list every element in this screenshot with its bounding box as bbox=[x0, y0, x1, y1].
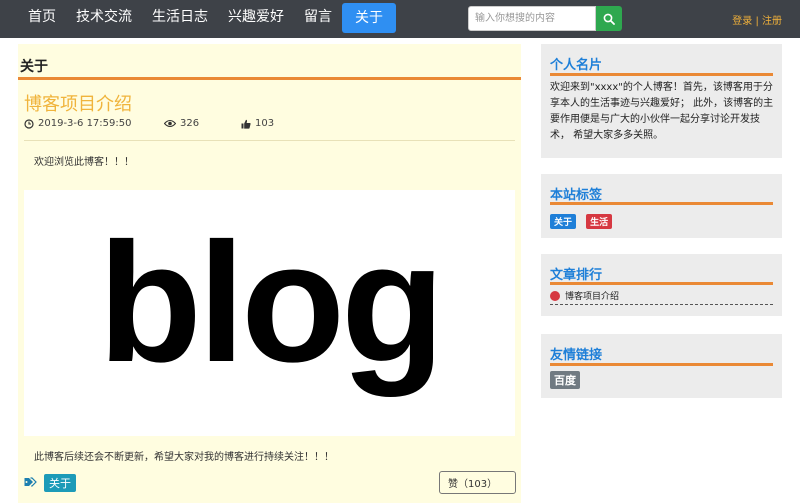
like-button[interactable]: 赞（103） bbox=[439, 471, 516, 494]
post-image: blog bbox=[24, 190, 515, 436]
nav-item-hobby[interactable]: 兴趣爱好 bbox=[218, 0, 294, 34]
post-title[interactable]: 博客项目介绍 bbox=[24, 90, 132, 116]
profile-card-title: 个人名片 bbox=[550, 58, 603, 73]
tag-life[interactable]: 生活 bbox=[586, 214, 613, 229]
profile-card: 个人名片 欢迎来到"xxxx"的个人博客！首先，该博客用于分享本人的生活事迹与兴… bbox=[541, 44, 782, 158]
eye-icon bbox=[164, 119, 176, 128]
ranking-card-title: 文章排行 bbox=[550, 268, 603, 283]
article-panel: 关于 博客项目介绍 2019-3-6 17:59:50 326 103 欢迎浏览… bbox=[18, 44, 521, 503]
views-count: 326 bbox=[180, 118, 200, 129]
register-link[interactable]: 注册 bbox=[762, 16, 782, 27]
links-card-divider bbox=[550, 363, 773, 366]
clock-icon bbox=[24, 118, 34, 129]
ranking-card-divider bbox=[550, 282, 773, 285]
post-date: 2019-3-6 17:59:50 bbox=[24, 118, 131, 129]
search-input[interactable] bbox=[468, 6, 596, 31]
auth-links: 登录 | 注册 bbox=[732, 12, 782, 27]
post-tag[interactable]: 关于 bbox=[44, 474, 76, 492]
tag-about[interactable]: 关于 bbox=[550, 214, 577, 229]
nav-item-life[interactable]: 生活日志 bbox=[142, 0, 218, 34]
nav-item-home[interactable]: 首页 bbox=[18, 0, 66, 34]
ranking-item[interactable]: 博客项目介绍 bbox=[550, 289, 619, 302]
friend-link-baidu[interactable]: 百度 bbox=[550, 371, 580, 389]
post-views: 326 bbox=[164, 118, 199, 129]
post-outro: 此博客后续还会不断更新，希望大家对我的博客进行持续关注！！！ bbox=[34, 452, 334, 463]
post-datetime: 2019-3-6 17:59:50 bbox=[38, 118, 132, 129]
tag-list: 关于 生活 bbox=[550, 210, 617, 229]
meta-divider bbox=[24, 140, 515, 141]
nav-item-tech[interactable]: 技术交流 bbox=[66, 0, 142, 34]
post-image-text: blog bbox=[98, 208, 445, 398]
section-title: 关于 bbox=[20, 59, 48, 75]
links-card-title: 友情链接 bbox=[550, 348, 603, 363]
tags-card-divider bbox=[550, 202, 773, 205]
tags-icon bbox=[24, 477, 37, 487]
post-likes: 103 bbox=[241, 118, 274, 129]
nav-item-message[interactable]: 留言 bbox=[294, 0, 342, 34]
login-link[interactable]: 登录 bbox=[732, 16, 752, 27]
ranking-card: 文章排行 博客项目介绍 bbox=[541, 254, 782, 316]
tags-card: 本站标签 关于 生活 bbox=[541, 174, 782, 238]
profile-text: 欢迎来到"xxxx"的个人博客！首先，该博客用于分享本人的生活事迹与兴趣爱好； … bbox=[550, 82, 774, 141]
ranking-item-underline bbox=[550, 304, 773, 305]
nav-links: 首页 技术交流 生活日志 兴趣爱好 留言 关于 bbox=[18, 0, 396, 34]
links-card: 友情链接 百度 bbox=[541, 334, 782, 398]
ranking-item-label: 博客项目介绍 bbox=[565, 292, 620, 302]
profile-card-divider bbox=[550, 73, 773, 76]
rank-dot-icon bbox=[550, 290, 560, 301]
search-button[interactable] bbox=[596, 6, 622, 31]
post-intro: 欢迎浏览此博客！！！ bbox=[34, 157, 134, 168]
search-icon bbox=[603, 13, 615, 25]
section-divider bbox=[18, 77, 521, 80]
tags-card-title: 本站标签 bbox=[550, 188, 603, 203]
thumbs-up-icon bbox=[241, 119, 251, 129]
likes-count: 103 bbox=[255, 118, 275, 129]
top-navbar: 首页 技术交流 生活日志 兴趣爱好 留言 关于 登录 | 注册 bbox=[0, 0, 800, 38]
auth-separator: | bbox=[755, 16, 759, 27]
nav-item-about[interactable]: 关于 bbox=[342, 3, 396, 33]
